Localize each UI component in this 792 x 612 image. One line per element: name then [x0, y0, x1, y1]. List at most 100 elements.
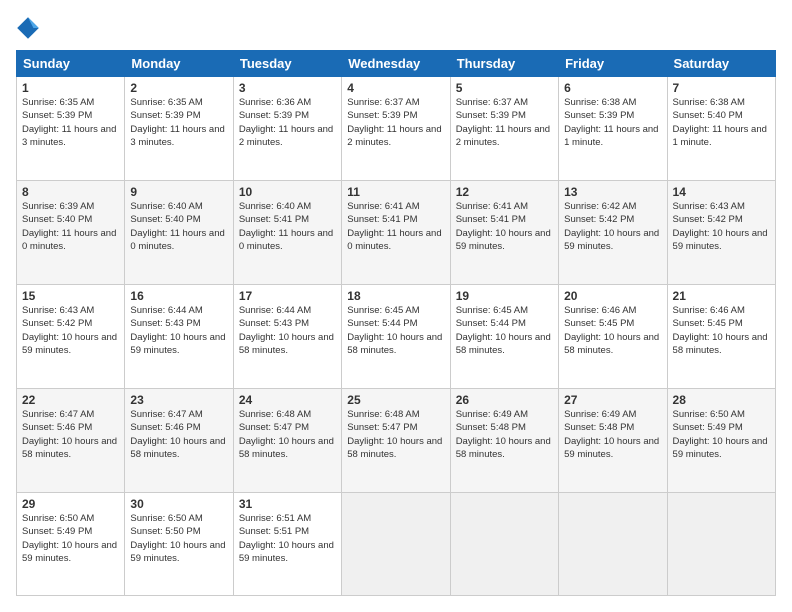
- day-number: 8: [22, 185, 119, 199]
- day-info: Sunrise: 6:41 AMSunset: 5:41 PMDaylight:…: [456, 200, 553, 253]
- day-info: Sunrise: 6:51 AMSunset: 5:51 PMDaylight:…: [239, 512, 336, 565]
- week-row-5: 29Sunrise: 6:50 AMSunset: 5:49 PMDayligh…: [17, 493, 776, 596]
- day-cell: 14Sunrise: 6:43 AMSunset: 5:42 PMDayligh…: [667, 181, 775, 285]
- day-cell: 11Sunrise: 6:41 AMSunset: 5:41 PMDayligh…: [342, 181, 450, 285]
- day-cell: 1Sunrise: 6:35 AMSunset: 5:39 PMDaylight…: [17, 77, 125, 181]
- day-cell: [559, 493, 667, 596]
- day-number: 4: [347, 81, 444, 95]
- day-number: 1: [22, 81, 119, 95]
- day-cell: 7Sunrise: 6:38 AMSunset: 5:40 PMDaylight…: [667, 77, 775, 181]
- col-header-saturday: Saturday: [667, 51, 775, 77]
- day-cell: 16Sunrise: 6:44 AMSunset: 5:43 PMDayligh…: [125, 285, 233, 389]
- day-info: Sunrise: 6:46 AMSunset: 5:45 PMDaylight:…: [564, 304, 661, 357]
- header: [16, 16, 776, 40]
- day-number: 30: [130, 497, 227, 511]
- day-number: 27: [564, 393, 661, 407]
- day-number: 25: [347, 393, 444, 407]
- day-number: 19: [456, 289, 553, 303]
- day-cell: 15Sunrise: 6:43 AMSunset: 5:42 PMDayligh…: [17, 285, 125, 389]
- day-number: 14: [673, 185, 770, 199]
- day-cell: [667, 493, 775, 596]
- day-info: Sunrise: 6:45 AMSunset: 5:44 PMDaylight:…: [456, 304, 553, 357]
- day-cell: 25Sunrise: 6:48 AMSunset: 5:47 PMDayligh…: [342, 389, 450, 493]
- day-number: 17: [239, 289, 336, 303]
- day-number: 26: [456, 393, 553, 407]
- day-number: 28: [673, 393, 770, 407]
- day-info: Sunrise: 6:35 AMSunset: 5:39 PMDaylight:…: [130, 96, 227, 149]
- day-cell: 28Sunrise: 6:50 AMSunset: 5:49 PMDayligh…: [667, 389, 775, 493]
- day-number: 20: [564, 289, 661, 303]
- day-number: 29: [22, 497, 119, 511]
- calendar-table: SundayMondayTuesdayWednesdayThursdayFrid…: [16, 50, 776, 596]
- day-cell: 24Sunrise: 6:48 AMSunset: 5:47 PMDayligh…: [233, 389, 341, 493]
- day-cell: 3Sunrise: 6:36 AMSunset: 5:39 PMDaylight…: [233, 77, 341, 181]
- day-cell: [450, 493, 558, 596]
- page: SundayMondayTuesdayWednesdayThursdayFrid…: [0, 0, 792, 612]
- day-info: Sunrise: 6:47 AMSunset: 5:46 PMDaylight:…: [130, 408, 227, 461]
- day-cell: 2Sunrise: 6:35 AMSunset: 5:39 PMDaylight…: [125, 77, 233, 181]
- day-number: 21: [673, 289, 770, 303]
- day-cell: 8Sunrise: 6:39 AMSunset: 5:40 PMDaylight…: [17, 181, 125, 285]
- header-row: SundayMondayTuesdayWednesdayThursdayFrid…: [17, 51, 776, 77]
- week-row-3: 15Sunrise: 6:43 AMSunset: 5:42 PMDayligh…: [17, 285, 776, 389]
- day-info: Sunrise: 6:41 AMSunset: 5:41 PMDaylight:…: [347, 200, 444, 253]
- day-info: Sunrise: 6:40 AMSunset: 5:40 PMDaylight:…: [130, 200, 227, 253]
- day-number: 13: [564, 185, 661, 199]
- day-info: Sunrise: 6:44 AMSunset: 5:43 PMDaylight:…: [130, 304, 227, 357]
- day-info: Sunrise: 6:38 AMSunset: 5:40 PMDaylight:…: [673, 96, 770, 149]
- day-cell: 21Sunrise: 6:46 AMSunset: 5:45 PMDayligh…: [667, 285, 775, 389]
- logo-icon: [16, 16, 40, 40]
- day-cell: 27Sunrise: 6:49 AMSunset: 5:48 PMDayligh…: [559, 389, 667, 493]
- logo: [16, 16, 44, 40]
- col-header-wednesday: Wednesday: [342, 51, 450, 77]
- day-cell: 30Sunrise: 6:50 AMSunset: 5:50 PMDayligh…: [125, 493, 233, 596]
- day-number: 24: [239, 393, 336, 407]
- day-cell: 29Sunrise: 6:50 AMSunset: 5:49 PMDayligh…: [17, 493, 125, 596]
- day-cell: 17Sunrise: 6:44 AMSunset: 5:43 PMDayligh…: [233, 285, 341, 389]
- col-header-tuesday: Tuesday: [233, 51, 341, 77]
- day-cell: 26Sunrise: 6:49 AMSunset: 5:48 PMDayligh…: [450, 389, 558, 493]
- day-number: 3: [239, 81, 336, 95]
- day-cell: 18Sunrise: 6:45 AMSunset: 5:44 PMDayligh…: [342, 285, 450, 389]
- day-cell: [342, 493, 450, 596]
- day-number: 31: [239, 497, 336, 511]
- col-header-friday: Friday: [559, 51, 667, 77]
- day-cell: 6Sunrise: 6:38 AMSunset: 5:39 PMDaylight…: [559, 77, 667, 181]
- day-info: Sunrise: 6:49 AMSunset: 5:48 PMDaylight:…: [564, 408, 661, 461]
- day-cell: 20Sunrise: 6:46 AMSunset: 5:45 PMDayligh…: [559, 285, 667, 389]
- day-cell: 4Sunrise: 6:37 AMSunset: 5:39 PMDaylight…: [342, 77, 450, 181]
- day-number: 11: [347, 185, 444, 199]
- day-info: Sunrise: 6:46 AMSunset: 5:45 PMDaylight:…: [673, 304, 770, 357]
- day-info: Sunrise: 6:43 AMSunset: 5:42 PMDaylight:…: [22, 304, 119, 357]
- day-cell: 23Sunrise: 6:47 AMSunset: 5:46 PMDayligh…: [125, 389, 233, 493]
- day-info: Sunrise: 6:48 AMSunset: 5:47 PMDaylight:…: [239, 408, 336, 461]
- day-number: 22: [22, 393, 119, 407]
- day-info: Sunrise: 6:44 AMSunset: 5:43 PMDaylight:…: [239, 304, 336, 357]
- day-info: Sunrise: 6:35 AMSunset: 5:39 PMDaylight:…: [22, 96, 119, 149]
- day-cell: 10Sunrise: 6:40 AMSunset: 5:41 PMDayligh…: [233, 181, 341, 285]
- day-number: 7: [673, 81, 770, 95]
- day-number: 6: [564, 81, 661, 95]
- day-cell: 12Sunrise: 6:41 AMSunset: 5:41 PMDayligh…: [450, 181, 558, 285]
- col-header-monday: Monday: [125, 51, 233, 77]
- day-number: 10: [239, 185, 336, 199]
- day-info: Sunrise: 6:47 AMSunset: 5:46 PMDaylight:…: [22, 408, 119, 461]
- day-cell: 9Sunrise: 6:40 AMSunset: 5:40 PMDaylight…: [125, 181, 233, 285]
- day-info: Sunrise: 6:48 AMSunset: 5:47 PMDaylight:…: [347, 408, 444, 461]
- day-info: Sunrise: 6:40 AMSunset: 5:41 PMDaylight:…: [239, 200, 336, 253]
- day-info: Sunrise: 6:50 AMSunset: 5:50 PMDaylight:…: [130, 512, 227, 565]
- day-info: Sunrise: 6:49 AMSunset: 5:48 PMDaylight:…: [456, 408, 553, 461]
- day-number: 5: [456, 81, 553, 95]
- day-cell: 13Sunrise: 6:42 AMSunset: 5:42 PMDayligh…: [559, 181, 667, 285]
- day-info: Sunrise: 6:50 AMSunset: 5:49 PMDaylight:…: [673, 408, 770, 461]
- day-number: 2: [130, 81, 227, 95]
- day-info: Sunrise: 6:39 AMSunset: 5:40 PMDaylight:…: [22, 200, 119, 253]
- day-number: 15: [22, 289, 119, 303]
- day-cell: 19Sunrise: 6:45 AMSunset: 5:44 PMDayligh…: [450, 285, 558, 389]
- day-info: Sunrise: 6:37 AMSunset: 5:39 PMDaylight:…: [456, 96, 553, 149]
- day-info: Sunrise: 6:43 AMSunset: 5:42 PMDaylight:…: [673, 200, 770, 253]
- day-info: Sunrise: 6:50 AMSunset: 5:49 PMDaylight:…: [22, 512, 119, 565]
- day-number: 12: [456, 185, 553, 199]
- day-cell: 5Sunrise: 6:37 AMSunset: 5:39 PMDaylight…: [450, 77, 558, 181]
- day-info: Sunrise: 6:37 AMSunset: 5:39 PMDaylight:…: [347, 96, 444, 149]
